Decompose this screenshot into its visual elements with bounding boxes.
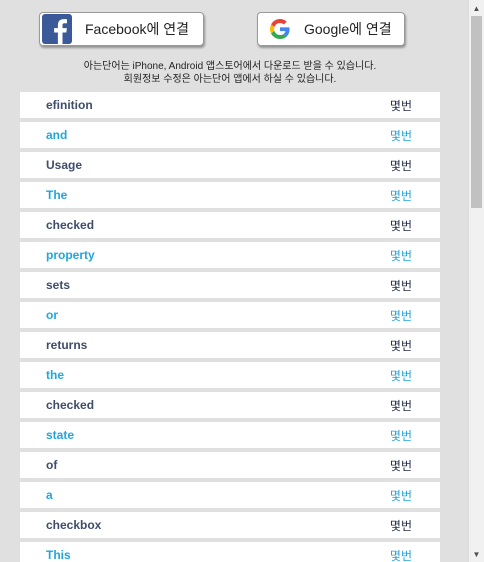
facebook-icon — [42, 14, 72, 44]
notice-line-2: 회원정보 수정은 아는단어 앱에서 하실 수 있습니다. — [123, 74, 337, 85]
vertical-scrollbar[interactable]: ▲ ▼ — [468, 0, 484, 562]
word-row[interactable]: efinition 몇번 — [20, 92, 440, 118]
word-text: property — [46, 248, 95, 262]
word-row[interactable]: state 몇번 — [20, 422, 440, 448]
word-text: of — [46, 458, 58, 472]
word-text: Usage — [46, 158, 83, 172]
word-row[interactable]: This 몇번 — [20, 542, 440, 562]
word-row[interactable]: property 몇번 — [20, 242, 440, 268]
word-count: 몇번 — [389, 218, 412, 233]
word-row[interactable]: of 몇번 — [20, 452, 440, 478]
google-icon — [270, 19, 290, 39]
word-text: efinition — [46, 98, 93, 112]
word-count: 몇번 — [389, 488, 412, 503]
word-count: 몇번 — [389, 428, 412, 443]
word-text: and — [46, 128, 68, 142]
word-text: checked — [46, 398, 95, 412]
app-notice: 아는단어는 iPhone, Android 앱스토어에서 다운로드 받을 수 있… — [20, 60, 440, 86]
scrollbar-thumb[interactable] — [471, 16, 482, 208]
word-count: 몇번 — [389, 188, 412, 203]
facebook-connect-label: Facebook에 연결 — [85, 21, 190, 37]
main-content: Facebook에 연결 Google에 연결 아는단어는 iPhone, An… — [0, 0, 468, 562]
word-text: returns — [46, 338, 88, 352]
word-count: 몇번 — [389, 128, 412, 143]
word-count: 몇번 — [389, 278, 412, 293]
scroll-up-icon[interactable]: ▲ — [469, 0, 484, 16]
word-text: The — [46, 188, 68, 202]
word-text: sets — [46, 278, 71, 292]
word-count: 몇번 — [389, 398, 412, 413]
word-row[interactable]: checkbox 몇번 — [20, 512, 440, 538]
word-row[interactable]: or 몇번 — [20, 302, 440, 328]
word-count: 몇번 — [389, 338, 412, 353]
word-count: 몇번 — [389, 158, 412, 173]
facebook-connect-button[interactable]: Facebook에 연결 — [39, 12, 204, 46]
word-count: 몇번 — [389, 98, 412, 113]
word-count: 몇번 — [389, 248, 412, 263]
word-count: 몇번 — [389, 368, 412, 383]
word-row[interactable]: a 몇번 — [20, 482, 440, 508]
google-connect-button[interactable]: Google에 연결 — [257, 12, 405, 46]
word-count: 몇번 — [389, 308, 412, 323]
word-text: a — [46, 488, 53, 502]
word-count: 몇번 — [389, 518, 412, 533]
word-count: 몇번 — [389, 458, 412, 473]
word-row[interactable]: sets 몇번 — [20, 272, 440, 298]
word-count: 몇번 — [389, 548, 412, 562]
google-connect-label: Google에 연결 — [304, 21, 392, 37]
word-text: the — [46, 368, 64, 382]
scroll-down-icon[interactable]: ▼ — [469, 546, 484, 562]
word-row[interactable]: The 몇번 — [20, 182, 440, 208]
word-text: or — [46, 308, 58, 322]
word-text: checkbox — [46, 518, 102, 532]
word-text: state — [46, 428, 75, 442]
word-row[interactable]: checked 몇번 — [20, 212, 440, 238]
word-text: This — [46, 548, 71, 562]
word-row[interactable]: checked 몇번 — [20, 392, 440, 418]
word-row[interactable]: returns 몇번 — [20, 332, 440, 358]
word-row[interactable]: the 몇번 — [20, 362, 440, 388]
word-list: efinition 몇번 and 몇번 Usage 몇번 The 몇번 chec… — [20, 92, 440, 562]
word-row[interactable]: and 몇번 — [20, 122, 440, 148]
notice-line-1: 아는단어는 iPhone, Android 앱스토어에서 다운로드 받을 수 있… — [83, 61, 377, 72]
word-row[interactable]: Usage 몇번 — [20, 152, 440, 178]
word-text: checked — [46, 218, 95, 232]
